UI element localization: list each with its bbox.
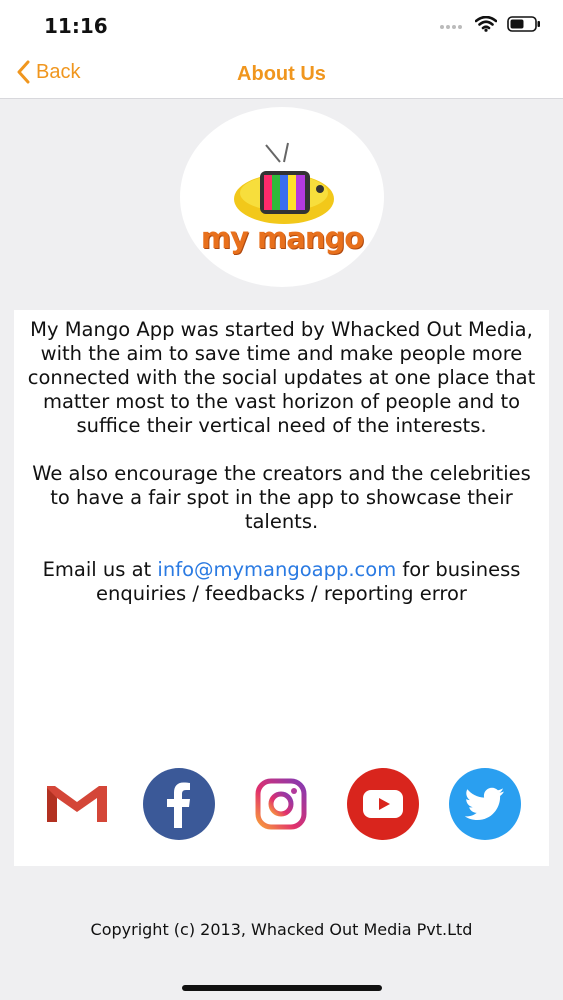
contact-paragraph: Email us at info@mymangoapp.com for busi…	[14, 558, 549, 606]
nav-bar: Back About Us	[0, 52, 563, 99]
instagram-icon	[255, 778, 307, 830]
battery-icon	[507, 16, 540, 32]
about-paragraph-2: We also encourage the creators and the c…	[32, 462, 531, 533]
instagram-button[interactable]	[245, 768, 317, 840]
status-icons	[439, 16, 541, 32]
status-time: 11:16	[44, 14, 108, 38]
page-title: About Us	[237, 63, 326, 85]
facebook-button[interactable]	[143, 768, 215, 840]
about-text: My Mango App was started by Whacked Out …	[14, 318, 549, 630]
status-bar: 11:16	[0, 0, 563, 52]
about-card: My Mango App was started by Whacked Out …	[14, 310, 549, 866]
email-link[interactable]: info@mymangoapp.com	[157, 558, 396, 581]
youtube-button[interactable]	[347, 768, 419, 840]
email-prefix: Email us at	[42, 558, 152, 581]
copyright-footer: Copyright (c) 2013, Whacked Out Media Pv…	[90, 920, 473, 939]
twitter-button[interactable]	[449, 768, 521, 840]
gmail-button[interactable]	[41, 768, 113, 840]
mango-tv-logo-icon	[234, 142, 334, 224]
app-logo: my mango	[180, 107, 384, 287]
signal-icon	[440, 25, 462, 29]
social-links	[14, 768, 549, 848]
twitter-icon	[465, 787, 504, 820]
youtube-icon	[363, 790, 403, 818]
home-indicator[interactable]	[182, 985, 382, 991]
gmail-icon	[45, 784, 109, 824]
logo-wordmark: my mango	[200, 221, 364, 255]
about-paragraph-1: My Mango App was started by Whacked Out …	[27, 318, 536, 437]
facebook-icon	[167, 782, 190, 828]
wifi-icon	[475, 16, 497, 32]
